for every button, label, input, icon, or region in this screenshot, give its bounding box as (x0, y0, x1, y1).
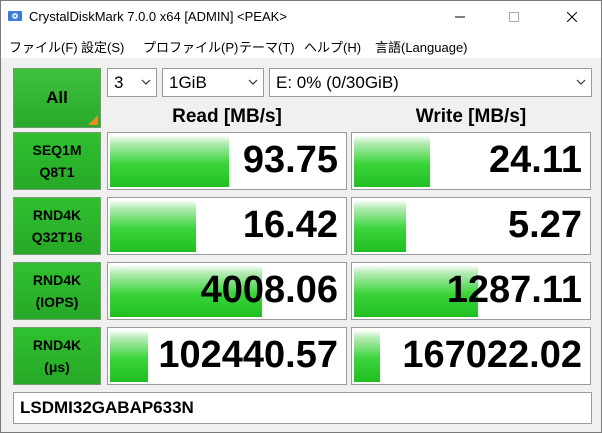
menu-profile[interactable]: プロファイル(P) (143, 37, 238, 56)
test-count-select[interactable]: 3 (107, 68, 157, 97)
test-label-line1: RND4K (32, 337, 82, 353)
test-label-line1: RND4K (32, 272, 82, 288)
write-value: 167022.02 (402, 334, 582, 376)
close-icon (567, 11, 577, 22)
read-result: 16.42 (107, 197, 347, 255)
close-button[interactable] (549, 1, 595, 32)
read-value: 16.42 (242, 204, 338, 246)
read-result: 102440.57 (107, 327, 347, 385)
maximize-icon (509, 11, 519, 22)
corner-indicator (88, 115, 98, 125)
write-header: Write [MB/s] (415, 106, 527, 127)
read-progress-bar (110, 330, 149, 382)
read-progress-bar (110, 200, 196, 252)
chevron-down-icon (576, 79, 586, 85)
test-button-rnd4k-latency[interactable]: RND4K (μs) (13, 327, 101, 385)
write-result: 1287.11 (351, 262, 591, 320)
test-label-line1: RND4K (32, 207, 82, 223)
write-value: 24.11 (489, 139, 582, 181)
menu-bar: ファイル(F) 設定(S) プロファイル(P) テーマ(T) ヘルプ(H) 言語… (1, 32, 601, 58)
write-result: 5.27 (351, 197, 591, 255)
write-progress-bar (354, 200, 407, 252)
write-progress-bar (354, 330, 381, 382)
all-button[interactable]: All (13, 68, 101, 128)
read-progress-bar (110, 135, 229, 187)
test-button-seq1m-q8t1[interactable]: SEQ1M Q8T1 (13, 132, 101, 190)
write-result: 167022.02 (351, 327, 591, 385)
chevron-down-icon (248, 79, 258, 85)
title-bar[interactable]: CrystalDiskMark 7.0.0 x64 [ADMIN] <PEAK> (1, 1, 601, 32)
disk-icon (8, 11, 22, 21)
menu-language[interactable]: 言語(Language) (375, 37, 468, 56)
test-size-value: 1GiB (169, 72, 207, 92)
write-value: 5.27 (508, 204, 582, 246)
maximize-button[interactable] (491, 1, 537, 32)
write-result: 24.11 (351, 132, 591, 190)
comment-text: LSDMI32GABAP633N (20, 398, 194, 417)
window-title: CrystalDiskMark 7.0.0 x64 [ADMIN] <PEAK> (29, 9, 287, 24)
test-label-line2: (IOPS) (35, 294, 79, 310)
write-value: 1287.11 (446, 269, 582, 311)
read-header: Read [MB/s] (172, 106, 282, 127)
menu-theme[interactable]: テーマ(T) (239, 37, 295, 56)
main-panel: All 3 1GiB E: 0% (0/30GiB) Read [MB/s] W… (1, 58, 601, 432)
test-label-line2: Q8T1 (39, 164, 75, 180)
app-window: CrystalDiskMark 7.0.0 x64 [ADMIN] <PEAK>… (0, 0, 602, 433)
menu-file[interactable]: ファイル(F) (9, 37, 78, 56)
chevron-down-icon (141, 79, 151, 85)
all-button-label: All (46, 88, 68, 107)
read-result: 93.75 (107, 132, 347, 190)
test-label-line2: (μs) (44, 359, 70, 375)
read-value: 93.75 (242, 139, 338, 181)
test-button-rnd4k-q32t16[interactable]: RND4K Q32T16 (13, 197, 101, 255)
minimize-button[interactable] (437, 1, 483, 32)
minimize-icon (455, 16, 465, 17)
menu-help[interactable]: ヘルプ(H) (304, 37, 361, 56)
menu-settings[interactable]: 設定(S) (81, 37, 124, 56)
read-result: 4008.06 (107, 262, 347, 320)
test-label-line1: SEQ1M (32, 142, 82, 158)
test-count-value: 3 (114, 72, 124, 92)
drive-value: E: 0% (0/30GiB) (276, 72, 399, 92)
comment-field[interactable]: LSDMI32GABAP633N (13, 392, 592, 424)
read-value: 102440.57 (158, 334, 338, 376)
drive-select[interactable]: E: 0% (0/30GiB) (269, 68, 592, 97)
test-button-rnd4k-iops[interactable]: RND4K (IOPS) (13, 262, 101, 320)
write-progress-bar (354, 135, 431, 187)
test-label-line2: Q32T16 (31, 229, 83, 245)
test-size-select[interactable]: 1GiB (162, 68, 264, 97)
read-value: 4008.06 (200, 269, 338, 311)
